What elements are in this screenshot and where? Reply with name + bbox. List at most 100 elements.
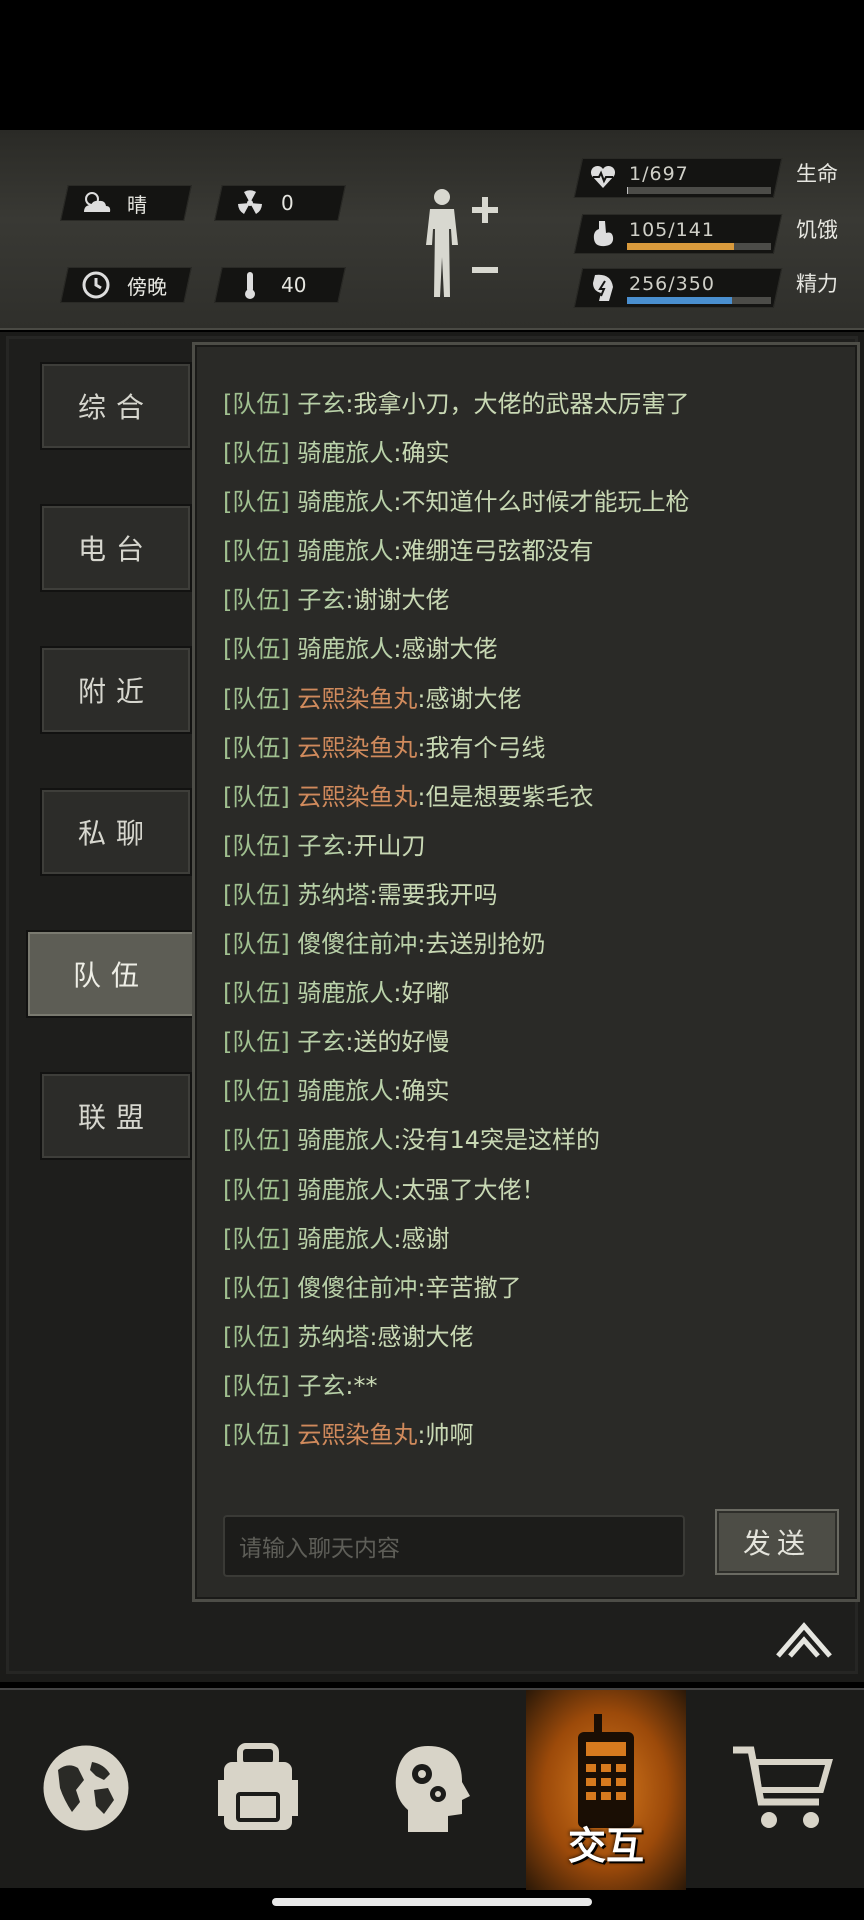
message-text: :没有14突是这样的 <box>393 1126 600 1155</box>
hunger-bar: 105/141 <box>573 214 783 254</box>
nav-backpack-button[interactable] <box>172 1690 344 1890</box>
message-sender[interactable]: 骑鹿旅人 <box>297 1225 393 1253</box>
tab-team-label: 队伍 <box>72 959 149 992</box>
message-channel: [队伍] <box>223 1077 290 1106</box>
nav-map-button[interactable] <box>0 1690 172 1890</box>
message-channel: [队伍] <box>223 488 290 517</box>
hunger-value: 105/141 <box>629 219 715 241</box>
message-sender[interactable]: 骑鹿旅人 <box>297 1126 393 1154</box>
shopping-cart-icon <box>729 1740 839 1840</box>
message-channel: [队伍] <box>223 733 290 762</box>
message-sender[interactable]: 子玄 <box>297 390 345 418</box>
tab-team[interactable]: 队伍 <box>26 930 196 1018</box>
player-status-hud: 晴 0 傍晚 40 1/697 生命 105/141 饥饿 256/350 精力 <box>0 130 864 330</box>
message-text: :我有个弓线 <box>417 733 546 762</box>
message-sender[interactable]: 苏纳塔 <box>297 881 369 909</box>
bottom-navigation: 交互 <box>0 1688 864 1890</box>
chat-message: [队伍] 云熙染鱼丸:帅啊 <box>223 1420 837 1469</box>
chat-message: [队伍] 骑鹿旅人:确实 <box>223 1076 837 1125</box>
chat-window: [队伍] 子玄:我拿小刀，大佬的武器太厉害了 [队伍] 骑鹿旅人:确实 [队伍] 骑… <box>192 342 860 1602</box>
message-text: :辛苦撤了 <box>417 1273 522 1302</box>
message-text: :好嘟 <box>393 979 450 1008</box>
chat-message: [队伍] 骑鹿旅人:感谢 <box>223 1224 837 1273</box>
message-text: :感谢大佬 <box>393 635 498 664</box>
message-text: :需要我开吗 <box>369 880 498 909</box>
chat-message: [队伍] 傻傻往前冲:去送别抢奶 <box>223 929 837 978</box>
message-sender[interactable]: 骑鹿旅人 <box>297 488 393 516</box>
message-sender[interactable]: 傻傻往前冲 <box>297 930 417 958</box>
message-sender[interactable]: 骑鹿旅人 <box>297 1077 393 1105</box>
chat-message: [队伍] 云熙染鱼丸:感谢大佬 <box>223 684 837 733</box>
message-sender[interactable]: 云熙染鱼丸 <box>297 734 417 762</box>
message-sender[interactable]: 苏纳塔 <box>297 1323 369 1351</box>
chat-message: [队伍] 子玄:** <box>223 1371 837 1420</box>
weather-cloud-sun-icon <box>79 188 113 218</box>
nav-interact-button[interactable]: 交互 <box>526 1690 686 1890</box>
message-channel: [队伍] <box>223 1028 290 1057</box>
chat-input[interactable]: 请输入聊天内容 <box>223 1515 685 1577</box>
message-text: :感谢大佬 <box>417 684 522 713</box>
message-sender[interactable]: 骑鹿旅人 <box>297 1176 393 1204</box>
collapse-arrow-icon[interactable] <box>774 1620 834 1660</box>
weather-stat: 晴 <box>60 185 192 221</box>
weather-value: 晴 <box>127 192 147 217</box>
temperature-stat: 40 <box>214 267 346 303</box>
message-channel: [队伍] <box>223 684 290 713</box>
message-sender[interactable]: 傻傻往前冲 <box>297 1274 417 1302</box>
time-stat: 傍晚 <box>60 267 192 303</box>
chat-message: [队伍] 骑鹿旅人:好嘟 <box>223 978 837 1027</box>
home-indicator[interactable] <box>272 1898 592 1906</box>
message-sender[interactable]: 子玄 <box>297 1372 345 1400</box>
message-sender[interactable]: 子玄 <box>297 832 345 860</box>
nav-skills-button[interactable] <box>344 1690 516 1890</box>
chat-message: [队伍] 苏纳塔:需要我开吗 <box>223 880 837 929</box>
message-sender[interactable]: 子玄 <box>297 1028 345 1056</box>
message-sender[interactable]: 骑鹿旅人 <box>297 635 393 663</box>
tab-radio-label: 电台 <box>77 533 154 566</box>
message-channel: [队伍] <box>223 782 290 811</box>
tab-private[interactable]: 私聊 <box>40 788 192 876</box>
hunger-bar-track <box>627 243 771 250</box>
send-button[interactable]: 发送 <box>715 1509 839 1575</box>
chat-message: [队伍] 子玄:开山刀 <box>223 831 837 880</box>
tab-nearby-label: 附近 <box>77 675 154 708</box>
clock-icon <box>79 270 113 300</box>
hunger-label: 饥饿 <box>796 218 838 242</box>
message-sender[interactable]: 骑鹿旅人 <box>297 439 393 467</box>
chat-input-placeholder: 请输入聊天内容 <box>239 1536 400 1562</box>
energy-bar: 256/350 <box>573 268 783 308</box>
chat-message: [队伍] 骑鹿旅人:确实 <box>223 438 837 487</box>
chat-message: [队伍] 苏纳塔:感谢大佬 <box>223 1322 837 1371</box>
tab-general[interactable]: 综合 <box>40 362 192 450</box>
message-sender[interactable]: 骑鹿旅人 <box>297 537 393 565</box>
nav-shop-button[interactable] <box>704 1690 864 1890</box>
message-sender[interactable]: 云熙染鱼丸 <box>297 685 417 713</box>
message-list[interactable]: [队伍] 子玄:我拿小刀，大佬的武器太厉害了 [队伍] 骑鹿旅人:确实 [队伍] 骑… <box>223 389 837 1469</box>
energy-label: 精力 <box>796 272 838 296</box>
message-sender[interactable]: 子玄 <box>297 586 345 614</box>
backpack-icon <box>210 1740 306 1840</box>
health-bar-track <box>627 187 771 194</box>
message-text: :感谢 <box>393 1224 450 1253</box>
radiation-stat: 0 <box>214 185 346 221</box>
chat-message: [队伍] 骑鹿旅人:难绷连弓弦都没有 <box>223 536 837 585</box>
skills-head-icon <box>382 1740 478 1840</box>
tab-nearby[interactable]: 附近 <box>40 646 192 734</box>
message-sender[interactable]: 云熙染鱼丸 <box>297 783 417 811</box>
tab-alliance[interactable]: 联盟 <box>40 1072 192 1160</box>
radiation-icon <box>233 188 267 218</box>
message-channel: [队伍] <box>223 586 290 615</box>
chat-message: [队伍] 骑鹿旅人:感谢大佬 <box>223 634 837 683</box>
message-text: :太强了大佬！ <box>393 1175 546 1204</box>
tab-radio[interactable]: 电台 <box>40 504 192 592</box>
energy-value: 256/350 <box>629 273 715 295</box>
minus-icon <box>472 267 498 273</box>
body-status-button[interactable] <box>420 185 500 305</box>
message-sender[interactable]: 骑鹿旅人 <box>297 979 393 1007</box>
message-channel: [队伍] <box>223 1175 290 1204</box>
message-sender[interactable]: 云熙染鱼丸 <box>297 1421 417 1449</box>
tab-private-label: 私聊 <box>77 817 154 850</box>
message-text: :不知道什么时候才能玩上枪 <box>393 488 690 517</box>
health-value: 1/697 <box>629 163 689 185</box>
send-button-label: 发送 <box>742 1527 811 1560</box>
